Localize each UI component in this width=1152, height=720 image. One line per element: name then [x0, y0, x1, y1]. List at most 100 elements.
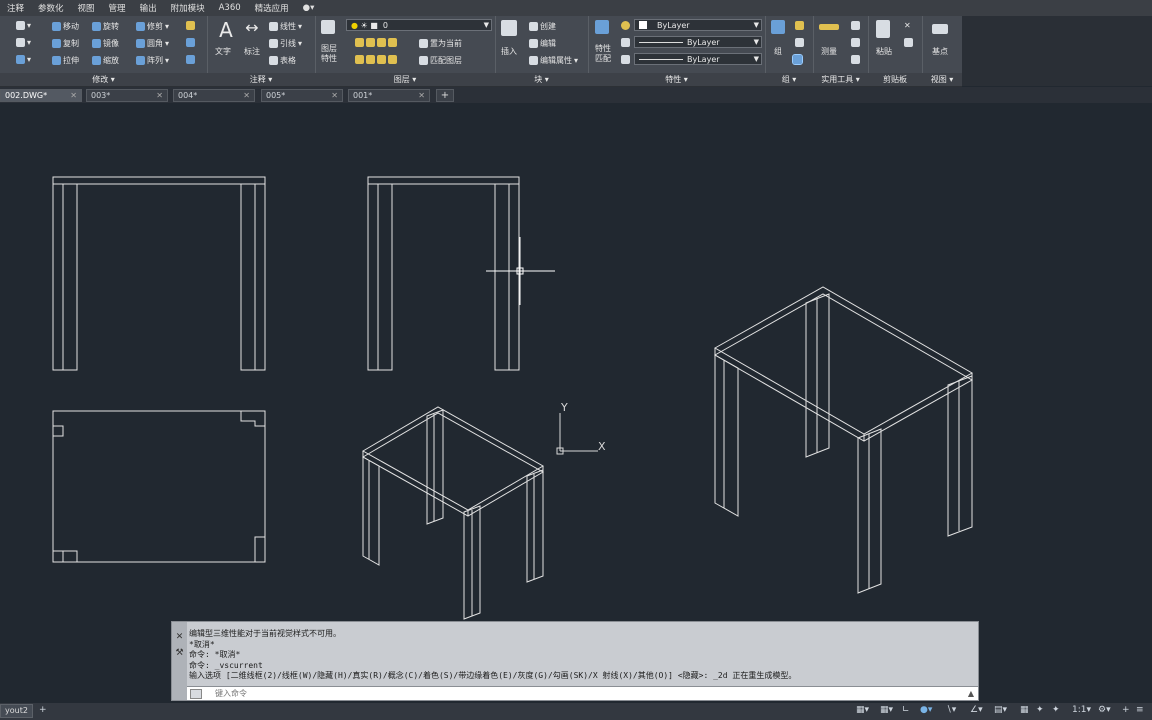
fillet-button[interactable]: 圆角 ▾ — [136, 38, 169, 49]
menu-view[interactable]: 视图 — [71, 2, 102, 14]
scale-button[interactable]: 缩放 — [92, 55, 119, 66]
file-tab-005[interactable]: 005* ✕ — [261, 89, 343, 102]
rotate-button[interactable]: 旋转 — [92, 21, 119, 32]
lineweight-toggle-icon[interactable]: ▤▾ — [994, 705, 1007, 715]
file-tab-003[interactable]: 003* ✕ — [86, 89, 168, 102]
move-button[interactable]: 移动 — [52, 21, 79, 32]
menu-annotate[interactable]: 注释 — [0, 2, 31, 14]
mirror-button[interactable]: 镜像 — [92, 38, 119, 49]
properties-panel-title[interactable]: 特性 ▾ — [588, 73, 765, 86]
layer-dropdown[interactable]: ● ☀ ■ 0 ▼ — [346, 19, 492, 31]
file-tab-002[interactable]: 002.DWG* ✕ — [0, 89, 82, 102]
linetype-dropdown[interactable]: ByLayer ▼ — [634, 36, 762, 48]
color-wheel-icon[interactable] — [621, 21, 630, 30]
layer-tool-icons-row1[interactable] — [355, 38, 397, 47]
clipboard-panel-title[interactable]: 剪贴板 — [868, 73, 922, 86]
point-icon[interactable] — [851, 38, 860, 47]
set-current-button[interactable]: 置为当前 — [419, 38, 462, 49]
file-tab-004[interactable]: 004* ✕ — [173, 89, 255, 102]
explode-icon[interactable] — [186, 38, 195, 47]
file-tab-001[interactable]: 001* ✕ — [348, 89, 430, 102]
layers-panel-title[interactable]: 图层 ▾ — [315, 73, 495, 86]
trim-button[interactable]: 修剪 ▾ — [136, 21, 169, 32]
modify-panel-title[interactable]: 修改 ▾ — [0, 73, 207, 86]
customize-menu-icon[interactable]: ≡ — [1136, 705, 1144, 715]
scroll-up-icon[interactable]: ▲ — [968, 687, 974, 700]
edit-attributes-button[interactable]: 编辑属性 ▾ — [529, 55, 578, 66]
video-icon[interactable]: ●▾ — [296, 3, 322, 13]
linetype-icon[interactable] — [621, 38, 630, 47]
layer-properties-icon[interactable] — [321, 20, 335, 34]
annotation-scale-icon[interactable]: ✦ — [1036, 705, 1044, 715]
copy-button[interactable]: 复制 — [52, 38, 79, 49]
osnap-track-icon[interactable]: ∠▾ — [970, 705, 983, 715]
base-view-icon[interactable] — [932, 24, 948, 34]
match-properties-label[interactable]: 特性 匹配 — [595, 44, 611, 64]
text-button-label[interactable]: 文字 — [215, 46, 231, 57]
dimension-icon[interactable]: ↔ — [241, 18, 263, 37]
new-tab-button[interactable]: + — [436, 89, 454, 102]
cut-icon[interactable]: ✕ — [904, 21, 911, 30]
group-select-icon[interactable] — [792, 54, 803, 65]
lineweight-dropdown[interactable]: ByLayer ▼ — [634, 53, 762, 65]
create-block-button[interactable]: 创建 — [529, 21, 556, 32]
match-properties-icon[interactable] — [595, 20, 609, 34]
group-edit-icon[interactable] — [795, 38, 804, 47]
calculator-icon[interactable] — [851, 55, 860, 64]
copy-clip-icon[interactable] — [904, 38, 913, 47]
quick-select-icon[interactable] — [851, 21, 860, 30]
grid-icon[interactable]: ▦▾ — [856, 705, 869, 715]
close-icon[interactable]: ✕ — [243, 90, 250, 101]
draw-hatch-icon[interactable]: ▾ — [16, 55, 31, 64]
snap-icon[interactable]: ▦▾ — [880, 705, 893, 715]
close-icon[interactable]: ✕ — [418, 90, 425, 101]
draw-poly-icon[interactable]: ▾ — [16, 38, 31, 47]
erase-icon[interactable] — [186, 21, 195, 30]
command-input[interactable]: 键入命令 ▲ — [187, 686, 978, 700]
insert-button-label[interactable]: 插入 — [501, 46, 517, 57]
groups-panel-title[interactable]: 组 ▾ — [765, 73, 813, 86]
command-history-dropdown[interactable] — [190, 689, 202, 699]
menu-parametric[interactable]: 参数化 — [31, 2, 71, 14]
ortho-icon[interactable]: ∟ — [902, 705, 910, 715]
text-icon[interactable]: A — [213, 18, 239, 42]
dimension-button-label[interactable]: 标注 — [244, 46, 260, 57]
leader-button[interactable]: 引线 ▾ — [269, 38, 302, 49]
array-button[interactable]: 阵列 ▾ — [136, 55, 169, 66]
color-dropdown[interactable]: ByLayer ▼ — [634, 19, 762, 31]
draw-line-icon[interactable]: ▾ — [16, 21, 31, 30]
group-icon[interactable] — [771, 20, 785, 34]
menu-output[interactable]: 输出 — [133, 2, 164, 14]
command-window-handle[interactable]: ✕ ⚒ — [172, 622, 187, 700]
transparency-icon[interactable]: ▦ — [1020, 705, 1029, 715]
table-button[interactable]: 表格 — [269, 55, 296, 66]
close-icon[interactable]: ✕ — [156, 90, 163, 101]
edit-block-button[interactable]: 编辑 — [529, 38, 556, 49]
block-panel-title[interactable]: 块 ▾ — [495, 73, 588, 86]
linear-dim-button[interactable]: 线性 ▾ — [269, 21, 302, 32]
menu-a360[interactable]: A360 — [212, 3, 248, 13]
base-view-label[interactable]: 基点 — [932, 46, 948, 57]
insert-icon[interactable] — [501, 20, 517, 36]
paste-icon[interactable] — [876, 20, 890, 38]
close-icon[interactable]: ✕ — [331, 90, 338, 101]
layer-properties-label[interactable]: 图层 特性 — [321, 44, 337, 64]
measure-icon[interactable] — [819, 24, 839, 30]
stretch-button[interactable]: 拉伸 — [52, 55, 79, 66]
lineweight-icon[interactable] — [621, 55, 630, 64]
offset-icon[interactable] — [186, 55, 195, 64]
ungroup-icon[interactable] — [795, 21, 804, 30]
paste-button-label[interactable]: 粘贴 — [876, 46, 892, 57]
match-layer-button[interactable]: 匹配图层 — [419, 55, 462, 66]
annotation-scale-value[interactable]: 1:1▾ — [1072, 705, 1091, 715]
measure-button-label[interactable]: 测量 — [821, 46, 837, 57]
layout-tab[interactable]: yout2 — [0, 704, 33, 718]
annotation-panel-title[interactable]: 注释 ▾ — [207, 73, 315, 86]
utilities-panel-title[interactable]: 实用工具 ▾ — [813, 73, 868, 86]
layer-tool-icons-row2[interactable] — [355, 55, 397, 64]
wrench-icon[interactable]: ⚒ — [172, 648, 187, 658]
menu-featured-apps[interactable]: 精选应用 — [248, 2, 296, 14]
polar-icon[interactable]: ●▾ — [920, 705, 932, 715]
close-icon[interactable]: ✕ — [172, 632, 187, 642]
group-button-label[interactable]: 组 — [774, 46, 782, 57]
